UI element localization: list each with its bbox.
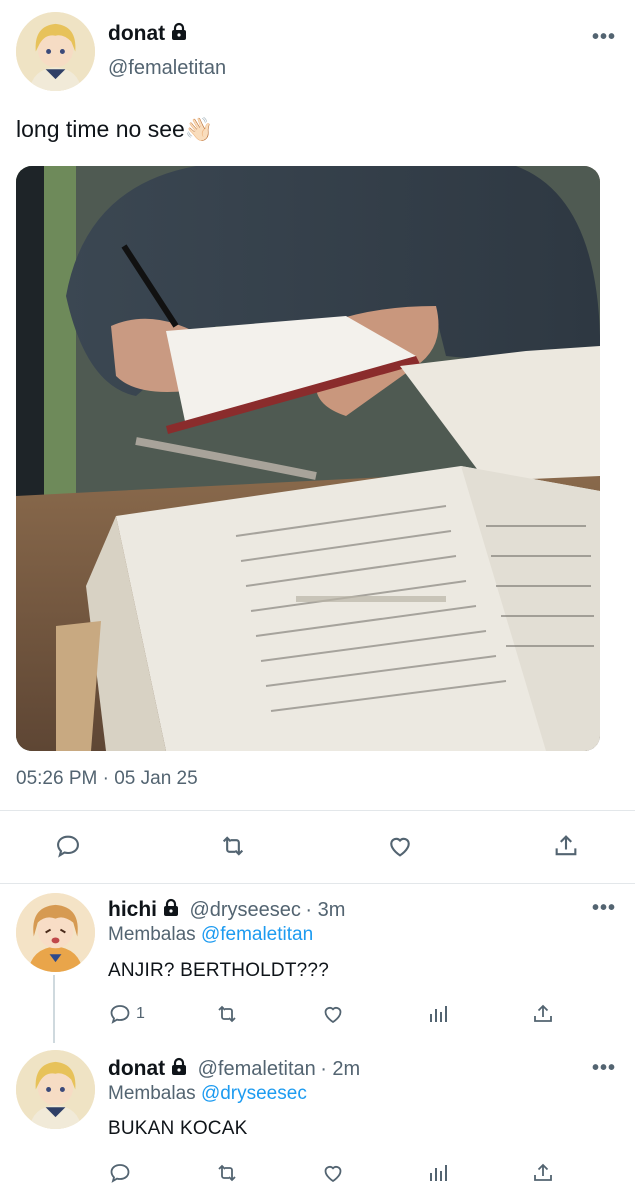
- divider: [0, 810, 635, 811]
- reply-button[interactable]: 1: [108, 1002, 145, 1026]
- heart-icon: [320, 1161, 346, 1185]
- retweet-icon: [214, 1161, 240, 1185]
- author-handle[interactable]: @femaletitan: [198, 1058, 316, 1080]
- heart-icon: [320, 1002, 346, 1026]
- tweet-text: long time no see👋🏻: [16, 116, 214, 142]
- reply-header: hichi @dryseesec · 3m: [108, 898, 345, 923]
- reply-count: 1: [136, 1005, 145, 1022]
- lock-icon: [169, 1057, 189, 1082]
- divider: [0, 883, 635, 884]
- more-options-icon[interactable]: •••: [592, 27, 616, 47]
- like-button[interactable]: [320, 1002, 346, 1026]
- reply-icon: [108, 1002, 132, 1026]
- retweet-button[interactable]: [214, 1161, 240, 1185]
- author-name[interactable]: donat: [108, 1057, 165, 1080]
- replying-prefix: Membalas: [108, 924, 196, 945]
- heart-icon: [385, 832, 415, 860]
- author-handle[interactable]: @femaletitan: [108, 57, 226, 80]
- replying-to-link[interactable]: @femaletitan: [201, 924, 313, 945]
- avatar[interactable]: [16, 1050, 95, 1129]
- reply-icon: [108, 1161, 132, 1185]
- author-handle[interactable]: @dryseesec: [189, 899, 300, 921]
- replying-to-link[interactable]: @dryseesec: [201, 1083, 307, 1104]
- more-options-icon[interactable]: •••: [592, 1058, 616, 1078]
- tweet-timestamp[interactable]: 05:26 PM · 05 Jan 25: [16, 768, 198, 790]
- share-button[interactable]: [531, 1161, 555, 1185]
- share-button[interactable]: [531, 1002, 555, 1026]
- view-stats-button[interactable]: [426, 1161, 450, 1185]
- author-name[interactable]: donat: [108, 22, 165, 45]
- view-stats-button[interactable]: [426, 1002, 450, 1026]
- reply-button[interactable]: [108, 1161, 132, 1185]
- reply-time[interactable]: · 3m: [305, 899, 345, 921]
- reply-button[interactable]: [54, 832, 82, 860]
- share-button[interactable]: [552, 832, 580, 860]
- analytics-icon: [426, 1161, 450, 1185]
- more-options-icon[interactable]: •••: [592, 898, 616, 918]
- reply-text: ANJIR? BERTHOLDT???: [108, 960, 329, 981]
- reply-text: BUKAN KOCAK: [108, 1118, 248, 1139]
- reply-header: donat @femaletitan · 2m: [108, 1057, 360, 1082]
- share-icon: [552, 832, 580, 860]
- lock-icon: [169, 22, 189, 47]
- share-icon: [531, 1161, 555, 1185]
- replying-to-line: Membalas @dryseesec: [108, 1083, 307, 1105]
- like-button[interactable]: [320, 1161, 346, 1185]
- analytics-icon: [426, 1002, 450, 1026]
- avatar[interactable]: [16, 893, 95, 972]
- like-button[interactable]: [385, 832, 415, 860]
- lock-icon: [161, 898, 181, 923]
- retweet-icon: [218, 832, 248, 860]
- retweet-button[interactable]: [218, 832, 248, 860]
- avatar[interactable]: [16, 12, 95, 91]
- retweet-button[interactable]: [214, 1002, 240, 1026]
- replying-to-line: Membalas @femaletitan: [108, 924, 313, 946]
- reply-icon: [54, 832, 82, 860]
- share-icon: [531, 1002, 555, 1026]
- thread-connector: [53, 975, 55, 1043]
- tweet-photo[interactable]: [16, 166, 600, 751]
- replying-prefix: Membalas: [108, 1083, 196, 1104]
- retweet-icon: [214, 1002, 240, 1026]
- reply-time[interactable]: · 2m: [320, 1058, 360, 1080]
- author-name[interactable]: hichi: [108, 898, 157, 921]
- author-name-row: donat: [108, 22, 189, 47]
